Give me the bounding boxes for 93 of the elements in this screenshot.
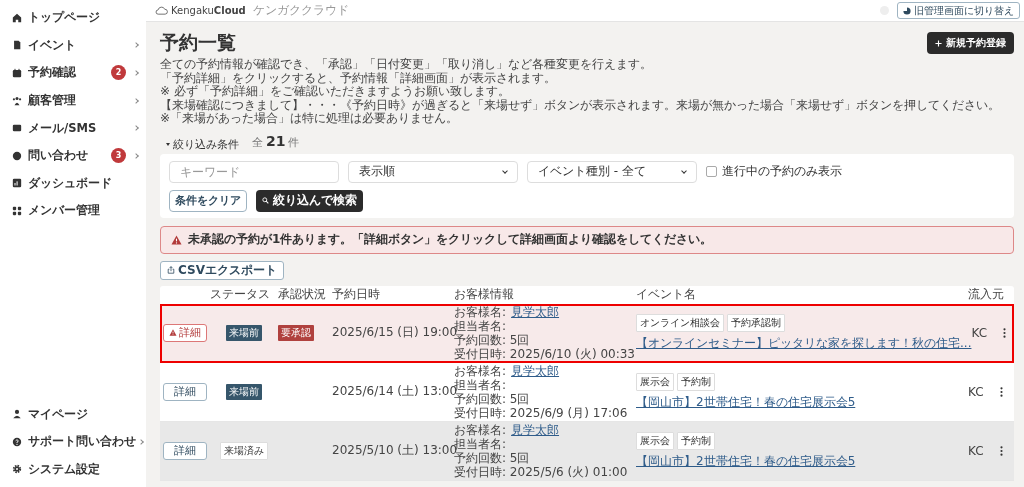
- count-badge: 3: [111, 148, 126, 164]
- people-icon: [12, 95, 22, 106]
- customer-label: お客様名:: [454, 304, 507, 319]
- customer-label: お客様名:: [454, 422, 507, 437]
- new-reservation-button[interactable]: 新規予約登録: [927, 32, 1014, 54]
- clear-button[interactable]: 条件をクリア: [169, 189, 247, 212]
- plus-icon: [935, 39, 942, 47]
- chart-icon: [12, 178, 22, 189]
- logo-subtitle: ケンガククラウド: [252, 2, 349, 19]
- sidebar-item[interactable]: 予約確認 2: [0, 59, 146, 87]
- column-header: お客様情報: [454, 286, 515, 303]
- detail-button[interactable]: 詳細: [163, 382, 207, 401]
- result-count: 21: [266, 132, 286, 149]
- column-header: イベント名: [636, 286, 697, 303]
- source-text: KC: [968, 443, 984, 458]
- warning-icon: [171, 234, 182, 245]
- column-header: ステータス: [210, 286, 271, 303]
- status-tag: 来場前: [226, 383, 262, 400]
- search-icon: [262, 197, 269, 204]
- received-date: 受付日時: 2025/5/6 (火) 01:00: [454, 464, 628, 479]
- event-tag: 予約制: [677, 431, 715, 450]
- description-text: 「予約詳細」をクリックすると、予約情報「詳細画面」が表示されます。: [160, 71, 557, 85]
- source-text: KC: [968, 384, 984, 399]
- upload-icon: [167, 266, 175, 274]
- count-unit: 件: [288, 134, 300, 150]
- document-icon: [12, 40, 22, 51]
- more-options-icon[interactable]: [1003, 327, 1007, 338]
- gear-icon: [12, 464, 22, 475]
- sidebar-item[interactable]: 顧客管理: [0, 86, 146, 115]
- sort-select[interactable]: 表示順: [348, 160, 518, 183]
- description-text: ※「来場があった場合」は特に処理は必要ありません。: [160, 112, 460, 126]
- csv-export-button[interactable]: CSVエクスポート: [160, 260, 284, 280]
- grid-icon: [12, 205, 22, 216]
- detail-button[interactable]: 詳細: [163, 441, 207, 460]
- sidebar-item[interactable]: サポート問い合わせ: [0, 427, 146, 456]
- sidebar-item[interactable]: ダッシュボード: [0, 169, 146, 198]
- checkbox[interactable]: [706, 166, 717, 177]
- count-label: 全: [252, 134, 263, 150]
- reservation-count: 予約回数: 5回: [454, 391, 530, 406]
- event-link[interactable]: 【オンラインセミナー】ピッタリな家を探します！秋の住宅...: [636, 334, 972, 352]
- description-text: ※ 必ず「予約詳細」をご確認いただきますようお願い致します。: [160, 85, 510, 98]
- event-tag: 展示会: [636, 431, 674, 450]
- received-date: 受付日時: 2025/6/9 (月) 17:06: [454, 405, 628, 420]
- column-header: 予約日時: [332, 286, 381, 303]
- detail-button[interactable]: 詳細: [163, 323, 207, 342]
- search-button[interactable]: 絞り込んで検索: [256, 189, 363, 212]
- reservation-count: 予約回数: 5回: [454, 332, 530, 347]
- event-type-select[interactable]: イベント種別 - 全て: [527, 160, 697, 183]
- more-options-icon[interactable]: [1000, 445, 1003, 456]
- status-tag: 来場済み: [220, 441, 268, 460]
- event-link[interactable]: 【岡山市】2世帯住宅！春の住宅展示会5: [636, 393, 856, 411]
- status-tag: 来場前: [226, 324, 262, 341]
- description-text: 全ての予約情報が確認でき、「承認」「日付変更」「取り消し」など各種変更を行えます。: [160, 58, 653, 72]
- speech-bubble-icon: [12, 150, 22, 161]
- reservation-count: 予約回数: 5回: [454, 450, 530, 465]
- customer-link[interactable]: 見学太郎: [511, 363, 560, 378]
- envelope-icon: [12, 123, 22, 134]
- customer-link[interactable]: 見学太郎: [511, 422, 560, 437]
- sidebar-item[interactable]: メンバー管理: [0, 197, 146, 225]
- keyword-field[interactable]: キーワード: [169, 160, 339, 183]
- event-tag: 予約制: [677, 372, 715, 391]
- switch-screen-button[interactable]: 旧管理画面に切り替え: [897, 2, 1020, 19]
- filter-toggle[interactable]: 絞り込み条件: [166, 136, 239, 152]
- event-link[interactable]: 【岡山市】2世帯住宅！春の住宅展示会5: [636, 452, 856, 470]
- warning-icon: [169, 329, 177, 336]
- customer-label: お客様名:: [454, 363, 507, 378]
- event-tag: 展示会: [636, 372, 674, 391]
- count-badge: 2: [111, 65, 126, 81]
- source-text: KC: [971, 325, 988, 340]
- more-options-icon[interactable]: [1000, 386, 1003, 397]
- sidebar-item[interactable]: イベント: [0, 31, 146, 60]
- sidebar-item[interactable]: システム設定: [0, 455, 146, 483]
- sidebar-item[interactable]: マイページ: [0, 400, 146, 428]
- sidebar-item[interactable]: 問い合わせ 3: [0, 141, 146, 170]
- pie-icon: [903, 6, 911, 15]
- home-icon: [12, 12, 22, 23]
- column-header: 承認状況: [278, 286, 327, 303]
- approval-tag: 要承認: [278, 324, 314, 341]
- alert-text: 未承認の予約が1件あります。「詳細ボタン」をクリックして詳細画面より確認をしてください。: [188, 231, 713, 248]
- received-date: 受付日時: 2025/6/10 (火) 00:33: [454, 346, 635, 361]
- calendar-icon: [12, 68, 22, 78]
- sidebar-item[interactable]: メール/SMS: [0, 114, 146, 142]
- logo-text: KengakuCloud: [171, 5, 246, 16]
- page-title: 予約一覧: [160, 30, 236, 55]
- event-tag: オンライン相談会: [636, 313, 724, 332]
- event-tag: 予約承認制: [727, 313, 785, 332]
- checkbox-label: 進行中の予約のみ表示: [722, 163, 842, 180]
- description-text: 【来場確認につきまして】・・・《予約日時》が過ぎると「来場せず」ボタンが表示されます。来場が無かった場合「来場せず」ボタンを押してください。: [160, 98, 1001, 112]
- person-icon: [12, 409, 22, 419]
- customer-link[interactable]: 見学太郎: [511, 304, 560, 319]
- sidebar-item[interactable]: トップページ: [0, 4, 146, 32]
- cloud-logo-icon: [155, 6, 168, 15]
- help-icon: [12, 436, 22, 447]
